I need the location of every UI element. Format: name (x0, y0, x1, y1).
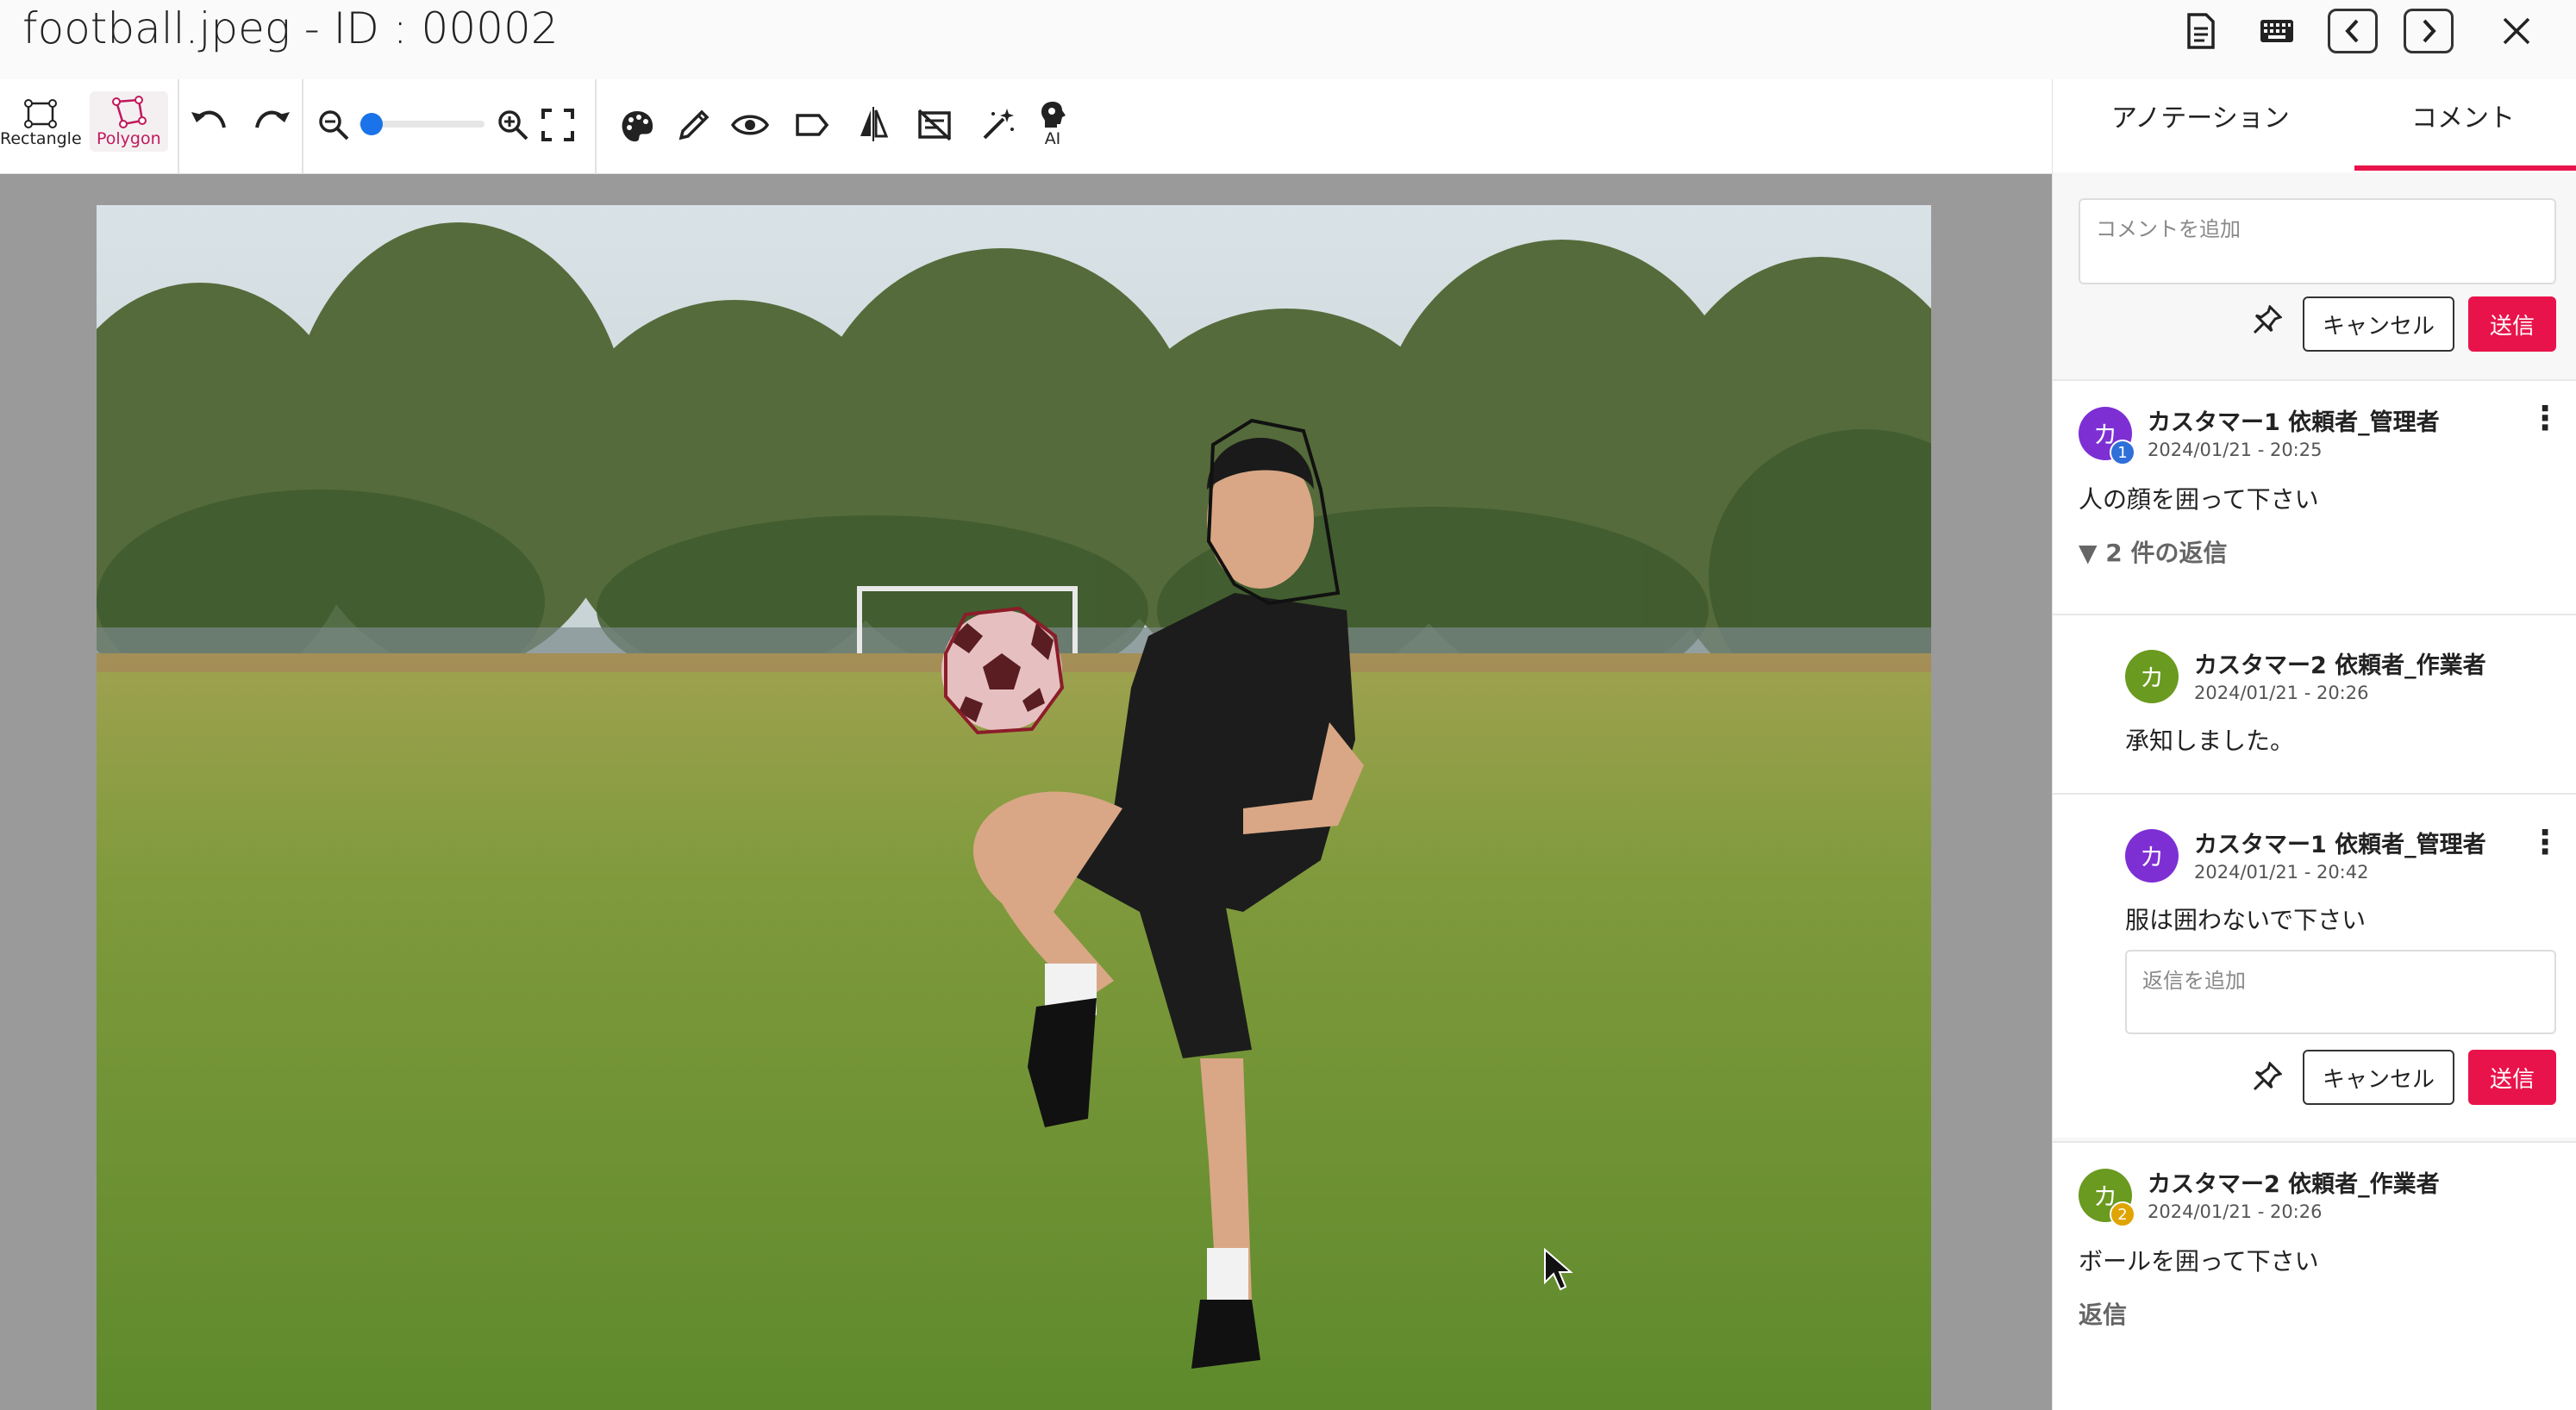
redo-icon[interactable] (253, 107, 291, 136)
reply-item: カ カスタマー2 依頼者_作業者 2024/01/21 - 20:26 承知しま… (2053, 614, 2576, 795)
user-name: カスタマー1 依頼者_管理者 (2148, 409, 2440, 436)
zoom-slider-thumb[interactable] (360, 113, 383, 135)
send-button[interactable]: 送信 (2468, 296, 2556, 352)
reply-item: カ カスタマー1 依頼者_管理者 2024/01/21 - 20:42 ⋮ 服は… (2053, 793, 2576, 1138)
avatar: カ (2125, 650, 2179, 703)
window-title: football.jpeg - ID : 00002 (22, 3, 559, 53)
user-name: カスタマー2 依頼者_作業者 (2194, 652, 2486, 679)
user-name: カスタマー2 依頼者_作業者 (2148, 1171, 2440, 1198)
sidebar-tabs: アノテーション コメント (2053, 79, 2576, 172)
undo-icon[interactable] (190, 107, 228, 136)
count-badge: 1 (2110, 440, 2135, 465)
title-icons (2176, 9, 2542, 53)
cancel-button[interactable]: キャンセル (2303, 1050, 2454, 1105)
comment-date: 2024/01/21 - 20:42 (2194, 862, 2369, 883)
ai-icon (1041, 102, 1066, 128)
rectangle-label: Rectangle (0, 129, 82, 148)
count-badge: 2 (2110, 1201, 2135, 1227)
comment-input[interactable]: コメントを追加 (2079, 198, 2556, 284)
pin-icon[interactable] (2253, 304, 2283, 342)
polygon-tool[interactable]: Polygon (90, 91, 168, 152)
eye-icon[interactable] (731, 112, 769, 138)
ai-tool[interactable]: AI (1038, 100, 1067, 148)
previous-icon[interactable] (2328, 9, 2378, 53)
tab-comment[interactable]: コメント (2411, 97, 2515, 134)
tab-annotation[interactable]: アノテーション (2111, 97, 2290, 134)
ai-label: AI (1044, 129, 1061, 148)
fit-screen-icon[interactable] (541, 109, 574, 141)
reply-link[interactable]: 返信 (2079, 1296, 2127, 1331)
close-icon[interactable] (2492, 9, 2542, 53)
comment-date: 2024/01/21 - 20:26 (2148, 1201, 2323, 1222)
comment-text: ボールを囲って下さい (2079, 1247, 2319, 1276)
active-tab-indicator (2354, 165, 2576, 171)
zoom-out-icon[interactable] (317, 109, 350, 141)
toolbar-divider (595, 79, 597, 174)
rectangle-icon (24, 99, 58, 128)
toolbar-divider (302, 79, 303, 174)
pin-icon[interactable] (2253, 1061, 2283, 1099)
annotation-image[interactable] (97, 205, 1931, 1410)
next-icon[interactable] (2404, 9, 2454, 53)
comment-text: 人の顔を囲って下さい (2079, 485, 2319, 514)
title-bar: football.jpeg - ID : 00002 (0, 0, 2576, 79)
comment-thread: カ 2 カスタマー2 依頼者_作業者 2024/01/21 - 20:26 ボー… (2053, 1141, 2576, 1410)
pencil-icon[interactable] (678, 109, 710, 141)
flip-icon[interactable] (857, 107, 890, 141)
document-icon[interactable] (2176, 9, 2226, 53)
more-options-icon[interactable]: ⋮ (2529, 402, 2561, 434)
polygon-icon (112, 96, 147, 128)
comment-date: 2024/01/21 - 20:26 (2194, 683, 2369, 703)
palette-icon[interactable] (619, 109, 655, 145)
comment-text: 承知しました。 (2125, 727, 2295, 755)
more-options-icon[interactable]: ⋮ (2529, 826, 2561, 858)
avatar: カ (2125, 829, 2179, 883)
rectangle-tool[interactable]: Rectangle (0, 98, 82, 148)
annotation-toolbar: Rectangle Polygon AI (0, 79, 2052, 174)
magic-wand-icon[interactable] (981, 107, 1016, 141)
toolbar-divider (178, 79, 179, 174)
hide-labels-icon[interactable] (917, 109, 952, 141)
comment-text: 服は囲わないで下さい (2125, 906, 2367, 934)
label-icon[interactable] (795, 112, 829, 138)
cancel-button[interactable]: キャンセル (2303, 296, 2454, 352)
zoom-in-icon[interactable] (497, 109, 529, 141)
keyboard-icon[interactable] (2252, 9, 2302, 53)
comment-date: 2024/01/21 - 20:25 (2148, 440, 2323, 460)
polygon-label: Polygon (97, 129, 161, 148)
user-name: カスタマー1 依頼者_管理者 (2194, 832, 2486, 858)
send-button[interactable]: 送信 (2468, 1050, 2556, 1105)
comment-sidebar: アノテーション コメント コメントを追加 キャンセル 送信 カ 1 カスタマー1… (2052, 79, 2576, 1410)
reply-input[interactable]: 返信を追加 (2125, 950, 2556, 1034)
replies-toggle[interactable]: ▼ 2 件の返信 (2079, 534, 2228, 569)
